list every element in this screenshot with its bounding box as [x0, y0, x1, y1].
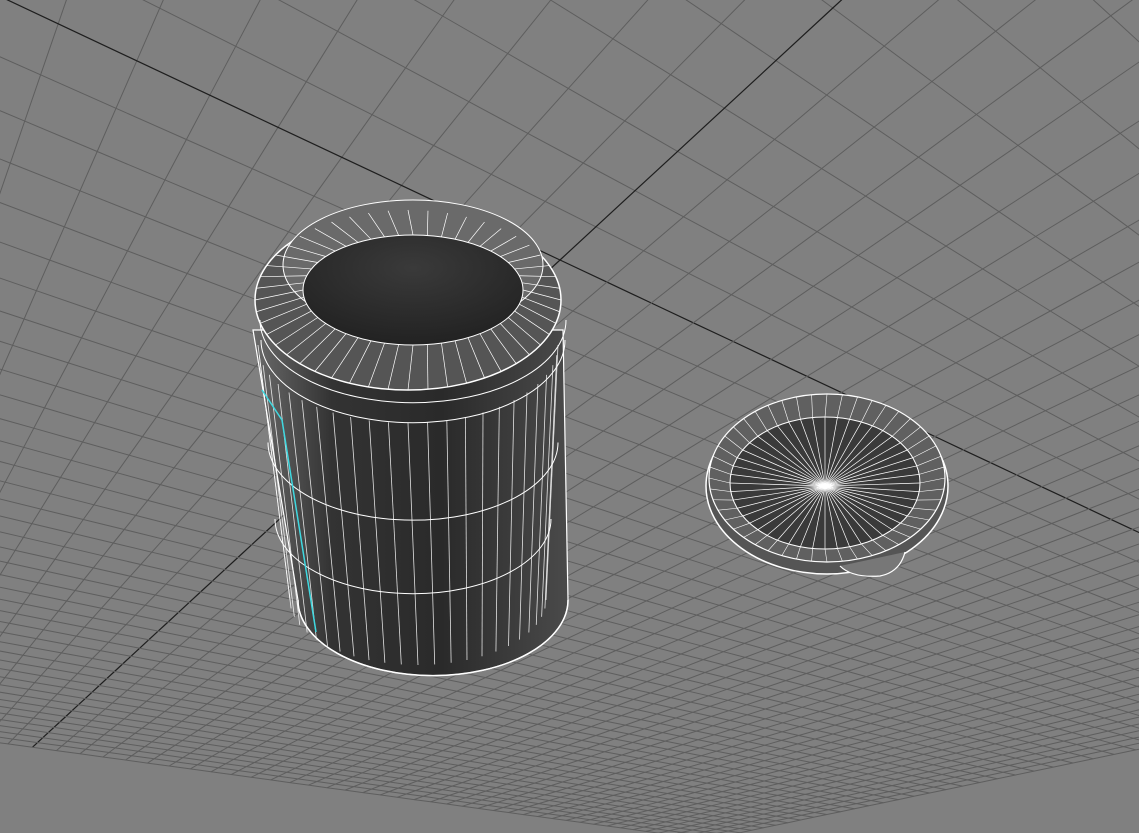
grid-line: [0, 340, 1139, 703]
grid-line: [102, 0, 1134, 758]
grid-line: [0, 0, 649, 722]
grid-line: [0, 440, 1136, 751]
grid-line: [56, 0, 940, 751]
grid-line: [0, 0, 552, 685]
3d-viewport[interactable]: [0, 0, 1139, 833]
grid-line: [0, 158, 1139, 613]
grid-line: [0, 0, 1139, 710]
grid-line: [0, 0, 1139, 539]
lid-mesh[interactable]: [705, 393, 949, 577]
grid-line: [278, 0, 1139, 462]
ground-grid: [0, 0, 1139, 833]
lid-center-vertex: [822, 483, 828, 489]
grid-line: [0, 202, 1139, 635]
grid-line: [0, 0, 1139, 564]
grid-axis-line: [6, 0, 1139, 534]
grid-line: [7, 0, 746, 745]
grid-line: [1092, 0, 1139, 43]
grid-line: [79, 0, 1037, 755]
grid-line: [549, 0, 1139, 367]
grid-line: [0, 0, 455, 638]
scene-canvas[interactable]: [0, 0, 1139, 833]
grid-line: [0, 241, 1139, 654]
jar-opening: [302, 234, 524, 346]
grid-line: [0, 0, 1139, 552]
jar-mesh[interactable]: [252, 199, 569, 677]
grid-line: [142, 0, 1139, 500]
grid-line: [0, 56, 1139, 563]
grid-line: [685, 0, 1139, 308]
grid-line: [0, 0, 1139, 714]
grid-line: [0, 394, 1139, 729]
